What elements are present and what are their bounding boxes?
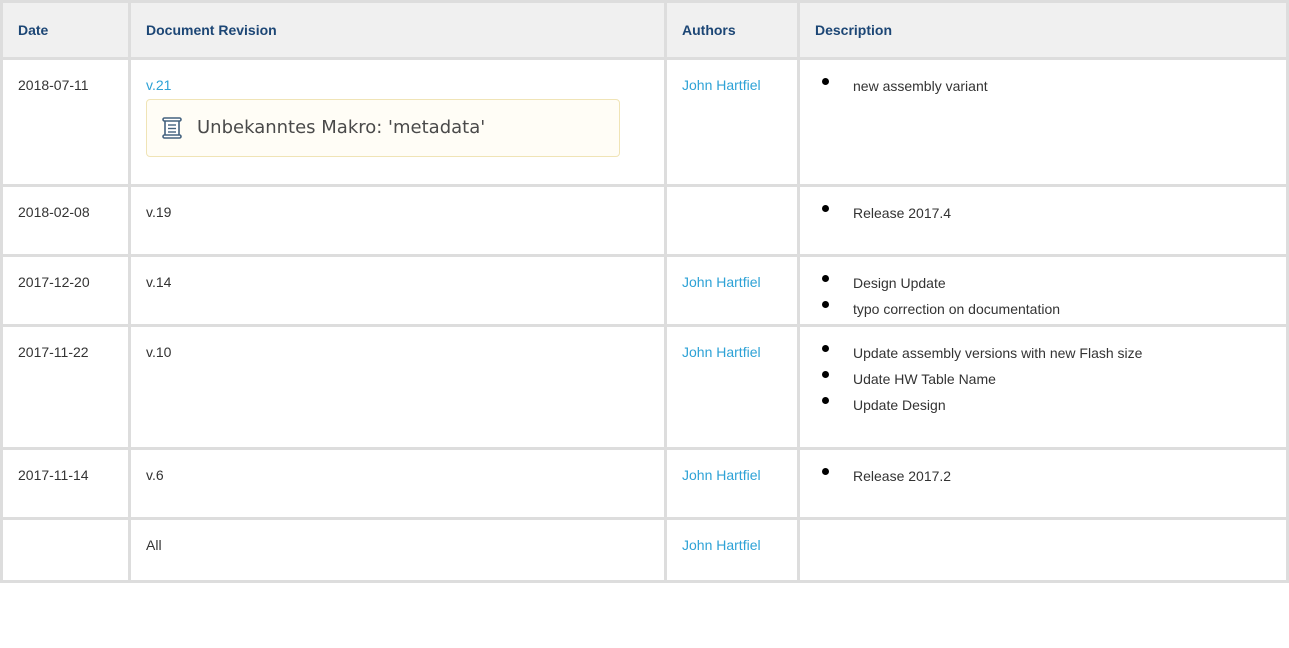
bullet-dot	[822, 468, 829, 475]
scroll-icon	[161, 116, 183, 140]
header-document-revision: Document Revision	[131, 3, 664, 57]
list-item: Design Update	[815, 270, 1276, 296]
bullet-dot	[822, 345, 829, 352]
table-row: 2017-11-22 v.10 John Hartfiel Update ass…	[3, 327, 1286, 447]
revision-cell: v.21 Unbekanntes Makro: 'metadata'	[131, 60, 664, 184]
revision-cell: v.19	[131, 187, 664, 254]
list-item: Update assembly versions with new Flash …	[815, 340, 1215, 366]
bullet-dot	[822, 205, 829, 212]
bullet-dot	[822, 78, 829, 85]
date-cell: 2017-11-22	[3, 327, 128, 447]
description-list: Design Update typo correction on documen…	[815, 270, 1276, 322]
description-cell	[800, 520, 1286, 580]
table-header-row: Date Document Revision Authors Descripti…	[3, 3, 1286, 57]
list-item: Update Design	[815, 392, 1215, 418]
date-cell	[3, 520, 128, 580]
revision-cell: v.10	[131, 327, 664, 447]
unknown-macro-box: Unbekanntes Makro: 'metadata'	[146, 99, 620, 157]
date-cell: 2018-02-08	[3, 187, 128, 254]
author-cell: John Hartfiel	[667, 327, 797, 447]
list-item: typo correction on documentation	[815, 296, 1276, 322]
revision-cell: v.6	[131, 450, 664, 517]
macro-text: Unbekanntes Makro: 'metadata'	[197, 117, 486, 138]
description-list: Release 2017.4	[815, 200, 1276, 226]
list-item: new assembly variant	[815, 73, 1276, 99]
author-link[interactable]: John Hartfiel	[682, 274, 761, 290]
header-authors: Authors	[667, 3, 797, 57]
date-text: 2017-12-20	[18, 274, 90, 290]
date-text: 2018-07-11	[18, 77, 89, 93]
list-item: Release 2017.4	[815, 200, 1276, 226]
revision-text: v.6	[146, 467, 164, 483]
table-row: 2017-12-20 v.14 John Hartfiel Design Upd…	[3, 257, 1286, 324]
author-cell: John Hartfiel	[667, 60, 797, 184]
description-list: Update assembly versions with new Flash …	[815, 340, 1215, 418]
author-cell: John Hartfiel	[667, 520, 797, 580]
author-link[interactable]: John Hartfiel	[682, 77, 761, 93]
header-date: Date	[3, 3, 128, 57]
revision-link[interactable]: v.21	[146, 77, 171, 93]
date-cell: 2017-12-20	[3, 257, 128, 324]
header-description: Description	[800, 3, 1286, 57]
table-row: 2017-11-14 v.6 John Hartfiel Release 201…	[3, 450, 1286, 517]
description-cell: Release 2017.2	[800, 450, 1286, 517]
date-cell: 2018-07-11	[3, 60, 128, 184]
table-row: All John Hartfiel	[3, 520, 1286, 580]
description-list: Release 2017.2	[815, 463, 1276, 489]
author-cell	[667, 187, 797, 254]
author-link[interactable]: John Hartfiel	[682, 537, 761, 553]
document-revision-table: Date Document Revision Authors Descripti…	[0, 0, 1289, 583]
revision-text: v.10	[146, 344, 172, 360]
bullet-dot	[822, 371, 829, 378]
revision-text: All	[146, 537, 162, 553]
revision-cell: v.14	[131, 257, 664, 324]
table-row: 2018-07-11 v.21 Unbekanntes Makro: 'meta…	[3, 60, 1286, 184]
list-item: Release 2017.2	[815, 463, 1276, 489]
list-item: Udate HW Table Name	[815, 366, 1215, 392]
author-cell: John Hartfiel	[667, 257, 797, 324]
date-text: 2017-11-22	[18, 344, 89, 360]
author-link[interactable]: John Hartfiel	[682, 467, 761, 483]
revision-text: v.19	[146, 204, 172, 220]
description-cell: Design Update typo correction on documen…	[800, 257, 1286, 324]
author-cell: John Hartfiel	[667, 450, 797, 517]
revision-cell: All	[131, 520, 664, 580]
bullet-dot	[822, 301, 829, 308]
date-cell: 2017-11-14	[3, 450, 128, 517]
bullet-dot	[822, 397, 829, 404]
description-cell: new assembly variant	[800, 60, 1286, 184]
description-cell: Release 2017.4	[800, 187, 1286, 254]
table-row: 2018-02-08 v.19 Release 2017.4	[3, 187, 1286, 254]
description-cell: Update assembly versions with new Flash …	[800, 327, 1286, 447]
author-link[interactable]: John Hartfiel	[682, 344, 761, 360]
description-list: new assembly variant	[815, 73, 1276, 99]
date-text: 2017-11-14	[18, 467, 89, 483]
revision-text: v.14	[146, 274, 172, 290]
bullet-dot	[822, 275, 829, 282]
date-text: 2018-02-08	[18, 204, 90, 220]
